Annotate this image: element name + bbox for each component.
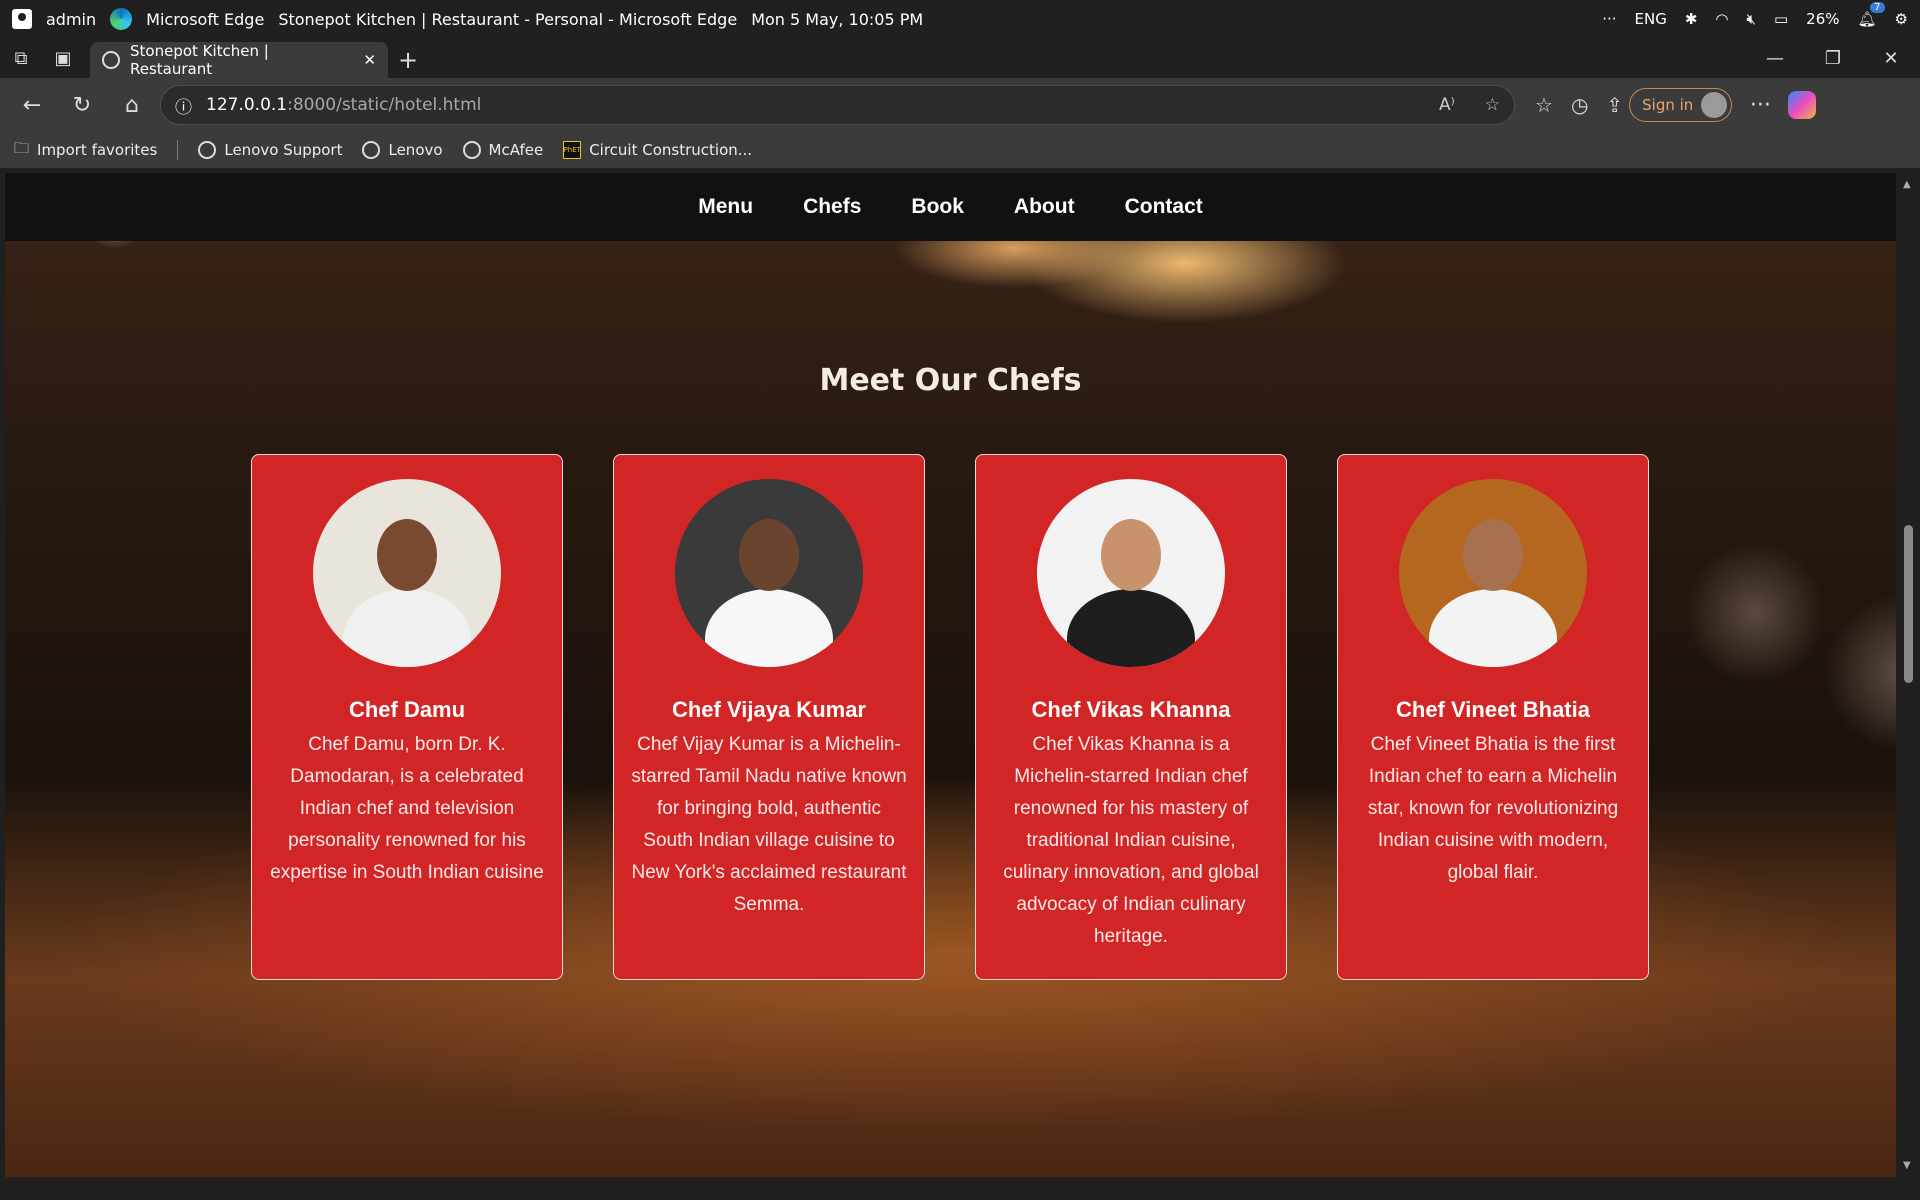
battery-icon[interactable]: ▭ bbox=[1774, 10, 1788, 28]
globe-icon bbox=[362, 141, 381, 159]
notification-count: 7 bbox=[1870, 2, 1885, 13]
restore-button[interactable]: ❐ bbox=[1804, 38, 1862, 78]
chef-name: Chef Vineet Bhatia bbox=[1396, 697, 1590, 722]
nav-contact-link[interactable]: Contact bbox=[1125, 195, 1203, 219]
close-tab-icon[interactable]: ✕ bbox=[363, 51, 376, 69]
chef-photo bbox=[1037, 479, 1225, 667]
notification-bell-icon[interactable]: 🔔︎ 7 bbox=[1858, 2, 1885, 28]
scroll-up-icon[interactable]: ▲ bbox=[1903, 179, 1911, 190]
settings-more-icon[interactable]: ··· bbox=[1738, 85, 1782, 125]
chef-bio: Chef Vineet Bhatia is the first Indian c… bbox=[1367, 734, 1619, 883]
wifi-icon[interactable]: ◠ bbox=[1715, 10, 1728, 28]
favorite-import[interactable]: 🗀 Import favorites bbox=[14, 138, 157, 163]
window-title: Stonepot Kitchen | Restaurant - Personal… bbox=[278, 9, 738, 29]
nav-book-link[interactable]: Book bbox=[911, 195, 964, 219]
new-tab-button[interactable]: + bbox=[388, 42, 428, 78]
back-button[interactable]: ← bbox=[10, 85, 54, 125]
copilot-icon[interactable] bbox=[1788, 91, 1817, 119]
chef-card: Chef Vikas Khanna Chef Vikas Khanna is a… bbox=[975, 454, 1287, 980]
chef-name: Chef Vijaya Kumar bbox=[671, 697, 866, 722]
language-indicator[interactable]: ENG bbox=[1635, 10, 1667, 28]
refresh-button[interactable]: ↻ bbox=[60, 85, 104, 125]
user-icon bbox=[12, 9, 32, 29]
read-aloud-icon[interactable]: A⁾ bbox=[1439, 95, 1455, 115]
site-nav: Menu Chefs Book About Contact bbox=[5, 173, 1896, 241]
nav-chefs-link[interactable]: Chefs bbox=[803, 195, 861, 219]
chef-photo bbox=[1399, 479, 1587, 667]
url-path: :8000/static/hotel.html bbox=[287, 95, 482, 115]
chef-bio: Chef Damu, born Dr. K. Damodaran, is a c… bbox=[270, 734, 544, 883]
divider bbox=[177, 140, 179, 160]
page-scrollbar[interactable]: ▲ ▼ bbox=[1898, 173, 1920, 1177]
user-name: admin bbox=[46, 9, 97, 29]
battery-percent: 26% bbox=[1806, 10, 1840, 28]
globe-icon bbox=[198, 141, 217, 159]
vertical-tabs-icon[interactable]: ▣ bbox=[42, 38, 84, 78]
app-name: Microsoft Edge bbox=[146, 9, 265, 29]
chef-card: Chef Vineet Bhatia Chef Vineet Bhatia is… bbox=[1337, 454, 1649, 980]
import-folder-icon: 🗀 bbox=[14, 138, 30, 157]
tab-strip: ⧉ ▣ Stonepot Kitchen | Restaurant ✕ + — … bbox=[0, 38, 1920, 78]
chef-card: Chef Vijaya Kumar Chef Vijay Kumar is a … bbox=[613, 454, 925, 980]
scrollbar-thumb[interactable] bbox=[1904, 525, 1913, 683]
avatar bbox=[1701, 92, 1728, 118]
favorite-mcafee[interactable]: McAfee bbox=[462, 141, 543, 159]
chef-bio: Chef Vijay Kumar is a Michelin-starred T… bbox=[631, 734, 907, 915]
favorite-lenovo-support[interactable]: Lenovo Support bbox=[198, 141, 342, 159]
favorites-icon[interactable]: ☆ bbox=[1535, 93, 1553, 117]
favorite-star-icon[interactable]: ☆ bbox=[1485, 95, 1500, 115]
page-viewport: Menu Chefs Book About Contact Meet Our C… bbox=[5, 173, 1896, 1177]
nav-about-link[interactable]: About bbox=[1014, 195, 1075, 219]
sign-in-label: Sign in bbox=[1642, 96, 1694, 114]
quick-settings-icon[interactable]: ⚙ bbox=[1895, 10, 1908, 28]
site-info-icon[interactable]: ⓘ bbox=[175, 93, 192, 118]
volume-muted-icon[interactable]: 🔇︎ bbox=[1747, 10, 1756, 28]
history-icon[interactable]: ◷ bbox=[1571, 93, 1588, 117]
minimize-button[interactable]: — bbox=[1746, 38, 1804, 78]
chef-photo bbox=[675, 479, 863, 667]
share-icon[interactable]: ⇪ bbox=[1606, 93, 1623, 117]
chef-bio: Chef Vikas Khanna is a Michelin-starred … bbox=[1003, 734, 1259, 947]
section-title: Meet Our Chefs bbox=[819, 363, 1082, 398]
chef-photo bbox=[313, 479, 501, 667]
globe-icon bbox=[102, 51, 120, 69]
edge-logo-icon bbox=[110, 8, 133, 30]
chef-name: Chef Vikas Khanna bbox=[1031, 697, 1231, 722]
chef-card: Chef Damu Chef Damu, born Dr. K. Damodar… bbox=[251, 454, 563, 980]
os-title-bar: admin Microsoft Edge Stonepot Kitchen | … bbox=[0, 0, 1920, 38]
sign-in-button[interactable]: Sign in bbox=[1629, 88, 1733, 122]
overflow-icon[interactable]: ··· bbox=[1602, 10, 1616, 28]
home-button[interactable]: ⌂ bbox=[110, 85, 154, 125]
browser-tab-active[interactable]: Stonepot Kitchen | Restaurant ✕ bbox=[90, 42, 388, 78]
nav-menu-link[interactable]: Menu bbox=[698, 195, 753, 219]
tab-title: Stonepot Kitchen | Restaurant bbox=[130, 42, 269, 78]
browser-toolbar: ← ↻ ⌂ ⓘ 127.0.0.1:8000/static/hotel.html… bbox=[0, 78, 1920, 132]
chef-cards: Chef Damu Chef Damu, born Dr. K. Damodar… bbox=[251, 454, 1649, 980]
favorite-lenovo[interactable]: Lenovo bbox=[362, 141, 443, 159]
globe-icon bbox=[462, 141, 481, 159]
close-window-button[interactable]: ✕ bbox=[1862, 38, 1920, 78]
address-bar[interactable]: ⓘ 127.0.0.1:8000/static/hotel.html A⁾ ☆ bbox=[160, 85, 1515, 125]
workspaces-icon[interactable]: ⧉ bbox=[0, 38, 42, 78]
scroll-down-icon[interactable]: ▼ bbox=[1903, 1160, 1911, 1171]
favorite-circuit-construction[interactable]: PhET Circuit Construction... bbox=[563, 141, 752, 159]
chef-name: Chef Damu bbox=[348, 697, 466, 722]
url-host: 127.0.0.1 bbox=[206, 95, 288, 115]
datetime: Mon 5 May, 10:05 PM bbox=[751, 9, 924, 29]
phet-icon: PhET bbox=[563, 141, 582, 159]
favorites-bar: 🗀 Import favorites Lenovo Support Lenovo … bbox=[0, 132, 1920, 168]
bluetooth-icon[interactable]: ✱ bbox=[1685, 10, 1698, 28]
